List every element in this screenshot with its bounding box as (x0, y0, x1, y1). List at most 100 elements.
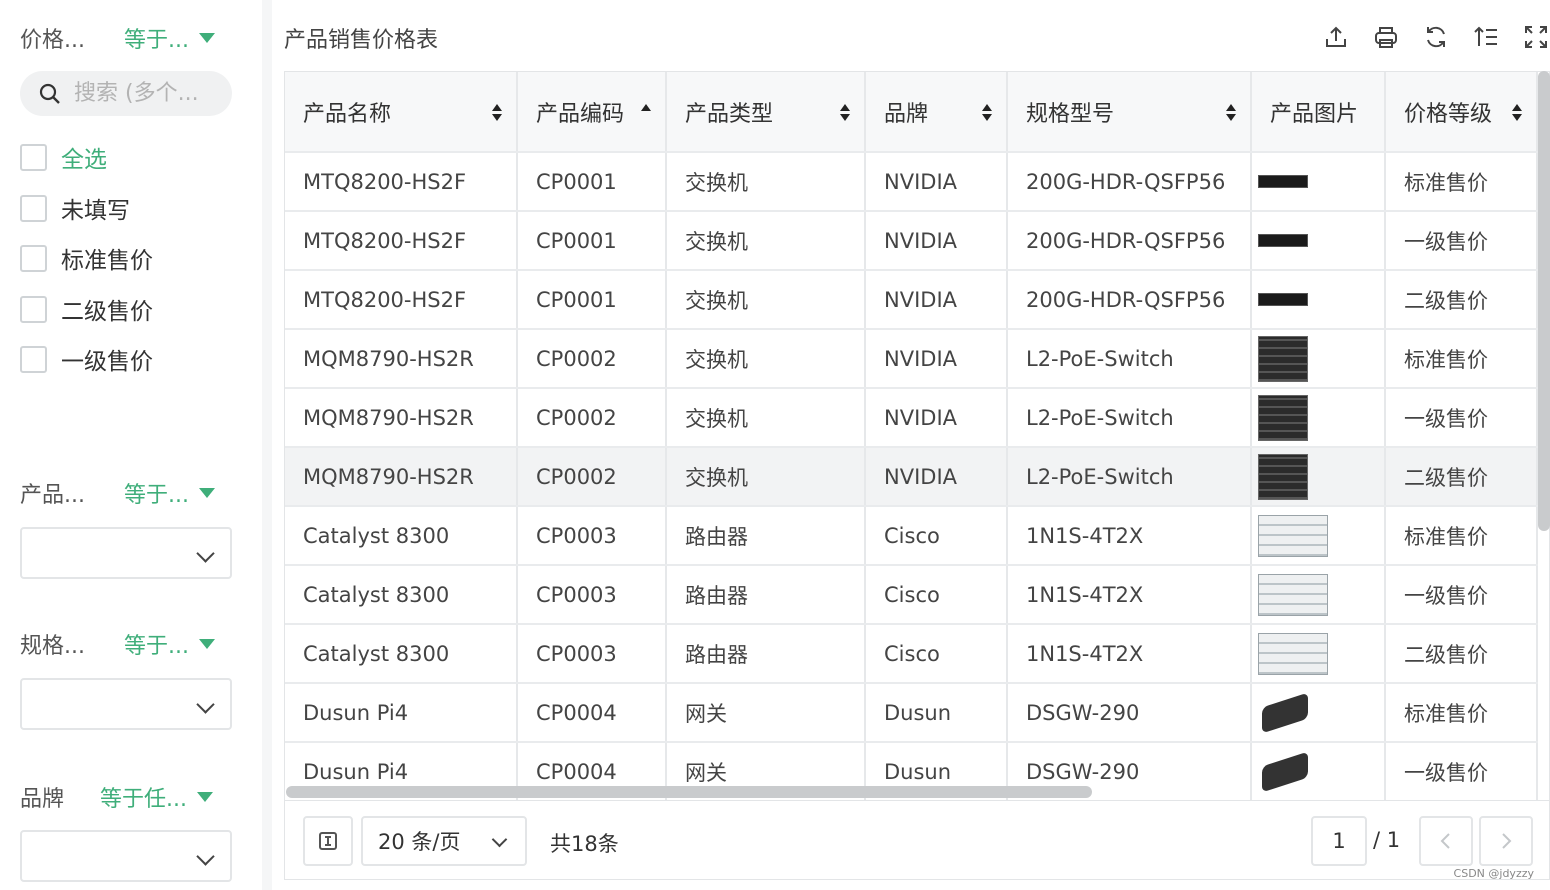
brand-filter-label: 品牌 (20, 787, 65, 812)
cell-product-image (1251, 211, 1386, 271)
page-title: 产品销售价格表 (284, 28, 439, 53)
table-row[interactable]: MQM8790-HS2R CP0002 交换机 NVIDIA L2-PoE-Switch… (285, 447, 1538, 507)
horizontal-scrollbar[interactable] (286, 786, 1092, 798)
column-settings-button[interactable] (1472, 20, 1500, 54)
column-header-price-level[interactable]: 价格等级 (1385, 72, 1538, 153)
print-icon (1375, 27, 1397, 48)
cell-spec: 200G-HDR-QSFP56 (1007, 152, 1252, 212)
checkbox-level2-price[interactable]: 二级售价 (20, 293, 153, 325)
product-thumbnail[interactable] (1258, 573, 1328, 616)
chevron-down-icon (491, 831, 508, 848)
cell-product-image (1251, 388, 1386, 448)
brand-filter-operator[interactable]: 等于任... (100, 781, 213, 813)
filter-search-input[interactable] (74, 81, 224, 106)
cell-product-name: MTQ8200-HS2F (285, 270, 518, 330)
checkbox-unfilled[interactable]: 未填写 (20, 192, 130, 224)
product-thumbnail[interactable] (1258, 514, 1328, 557)
sort-ascending-icon[interactable] (641, 104, 651, 122)
product-thumbnail[interactable] (1258, 394, 1308, 441)
cell-product-name: MQM8790-HS2R (285, 388, 518, 448)
sort-icon[interactable] (1512, 104, 1522, 122)
table-row[interactable]: Catalyst 8300 CP0003 路由器 Cisco 1N1S-4T2X 二级售价 (285, 624, 1538, 684)
watermark: CSDN @jdyzzy (1453, 867, 1534, 880)
cell-product-type: 交换机 (666, 152, 866, 212)
product-thumbnail[interactable] (1258, 234, 1308, 247)
prev-page-button[interactable] (1419, 816, 1473, 866)
print-button[interactable] (1372, 20, 1400, 54)
cell-brand: NVIDIA (865, 152, 1008, 212)
upload-icon (1326, 26, 1346, 47)
price-filter-operator[interactable]: 等于... (124, 22, 215, 54)
cell-product-name: Catalyst 8300 (285, 506, 518, 566)
table-row[interactable]: MTQ8200-HS2F CP0001 交换机 NVIDIA 200G-HDR-QSFP… (285, 152, 1538, 212)
checkbox-level1-price[interactable]: 一级售价 (20, 343, 153, 375)
page-size-select[interactable]: 20 条/页 (361, 816, 527, 866)
pagination-bar: 20 条/页 共18条 1 / 1 (284, 800, 1550, 880)
sort-icon[interactable] (982, 104, 992, 122)
product-thumbnail[interactable] (1258, 632, 1328, 675)
table-row[interactable]: MQM8790-HS2R CP0002 交换机 NVIDIA L2-PoE-Switch… (285, 388, 1538, 448)
price-filter-label: 价格... (20, 28, 85, 53)
checkbox[interactable] (20, 345, 47, 373)
table-row[interactable]: Catalyst 8300 CP0003 路由器 Cisco 1N1S-4T2X 一级售价 (285, 565, 1538, 625)
column-header-brand[interactable]: 品牌 (865, 72, 1008, 153)
table-row[interactable]: MTQ8200-HS2F CP0001 交换机 NVIDIA 200G-HDR-QSFP… (285, 270, 1538, 330)
column-header-type[interactable]: 产品类型 (666, 72, 866, 153)
table-row[interactable]: MQM8790-HS2R CP0002 交换机 NVIDIA L2-PoE-Switch… (285, 329, 1538, 389)
checkbox-standard-price[interactable]: 标准售价 (20, 242, 153, 274)
cell-brand: Cisco (865, 624, 1008, 684)
cell-price-level: 一级售价 (1385, 565, 1538, 625)
fullscreen-button[interactable] (1522, 20, 1550, 54)
checkbox[interactable] (20, 143, 47, 171)
product-thumbnail[interactable] (1258, 453, 1308, 500)
cell-brand: NVIDIA (865, 447, 1008, 507)
chevron-down-icon (196, 847, 215, 866)
export-button[interactable] (1322, 20, 1350, 54)
column-header-name[interactable]: 产品名称 (285, 72, 518, 153)
filter-search-box (20, 71, 232, 116)
spec-filter-select[interactable] (20, 678, 232, 730)
product-thumbnail[interactable] (1258, 175, 1308, 188)
sort-icon[interactable] (840, 104, 850, 122)
checkbox[interactable] (20, 194, 47, 222)
brand-filter-select[interactable] (20, 830, 232, 882)
main-content: 产品销售价格表 产品名称 产品编码 产品类型 品牌 规格型号 产品图片 价格等级… (272, 0, 1550, 890)
product-filter-operator[interactable]: 等于... (124, 477, 215, 509)
product-filter-select[interactable] (20, 527, 232, 579)
next-page-button[interactable] (1479, 816, 1533, 866)
data-grid: 产品名称 产品编码 产品类型 品牌 规格型号 产品图片 价格等级 MTQ8200… (284, 71, 1550, 801)
product-thumbnail[interactable] (1258, 293, 1308, 306)
pager-info-icon (319, 832, 337, 850)
caret-down-icon (198, 488, 215, 498)
checkbox[interactable] (20, 295, 47, 323)
checkbox-select-all[interactable]: 全选 (20, 141, 107, 173)
filter-panel: 价格... 等于... 全选 未填写 标准售价 二级售价 一级售价 产品... … (0, 0, 262, 890)
vertical-scrollbar[interactable] (1538, 71, 1550, 531)
cell-price-level: 二级售价 (1385, 447, 1538, 507)
cell-product-code: CP0001 (517, 270, 667, 330)
cell-product-image (1251, 152, 1386, 212)
page-number-input[interactable]: 1 (1311, 816, 1367, 866)
refresh-button[interactable] (1422, 20, 1450, 54)
column-header-code[interactable]: 产品编码 (517, 72, 667, 153)
cell-product-image (1251, 742, 1386, 800)
table-row[interactable]: MTQ8200-HS2F CP0001 交换机 NVIDIA 200G-HDR-QSFP… (285, 211, 1538, 271)
product-thumbnail[interactable] (1262, 692, 1308, 733)
column-header-spec[interactable]: 规格型号 (1007, 72, 1252, 153)
cell-product-image (1251, 565, 1386, 625)
cell-price-level: 标准售价 (1385, 329, 1538, 389)
sort-icon[interactable] (1226, 104, 1236, 122)
table-row[interactable]: Dusun Pi4 CP0004 网关 Dusun DSGW-290 标准售价 (285, 683, 1538, 743)
cell-price-level: 二级售价 (1385, 624, 1538, 684)
pager-settings-button[interactable] (303, 816, 353, 866)
checkbox[interactable] (20, 244, 47, 272)
cell-spec: L2-PoE-Switch (1007, 447, 1252, 507)
cell-price-level: 一级售价 (1385, 742, 1538, 800)
spec-filter-operator[interactable]: 等于... (124, 628, 215, 660)
sort-list-icon (1474, 26, 1497, 46)
product-thumbnail[interactable] (1262, 751, 1308, 792)
cell-product-name: Dusun Pi4 (285, 683, 518, 743)
sort-icon[interactable] (492, 104, 502, 122)
table-row[interactable]: Catalyst 8300 CP0003 路由器 Cisco 1N1S-4T2X 标准售价 (285, 506, 1538, 566)
product-thumbnail[interactable] (1258, 335, 1308, 382)
